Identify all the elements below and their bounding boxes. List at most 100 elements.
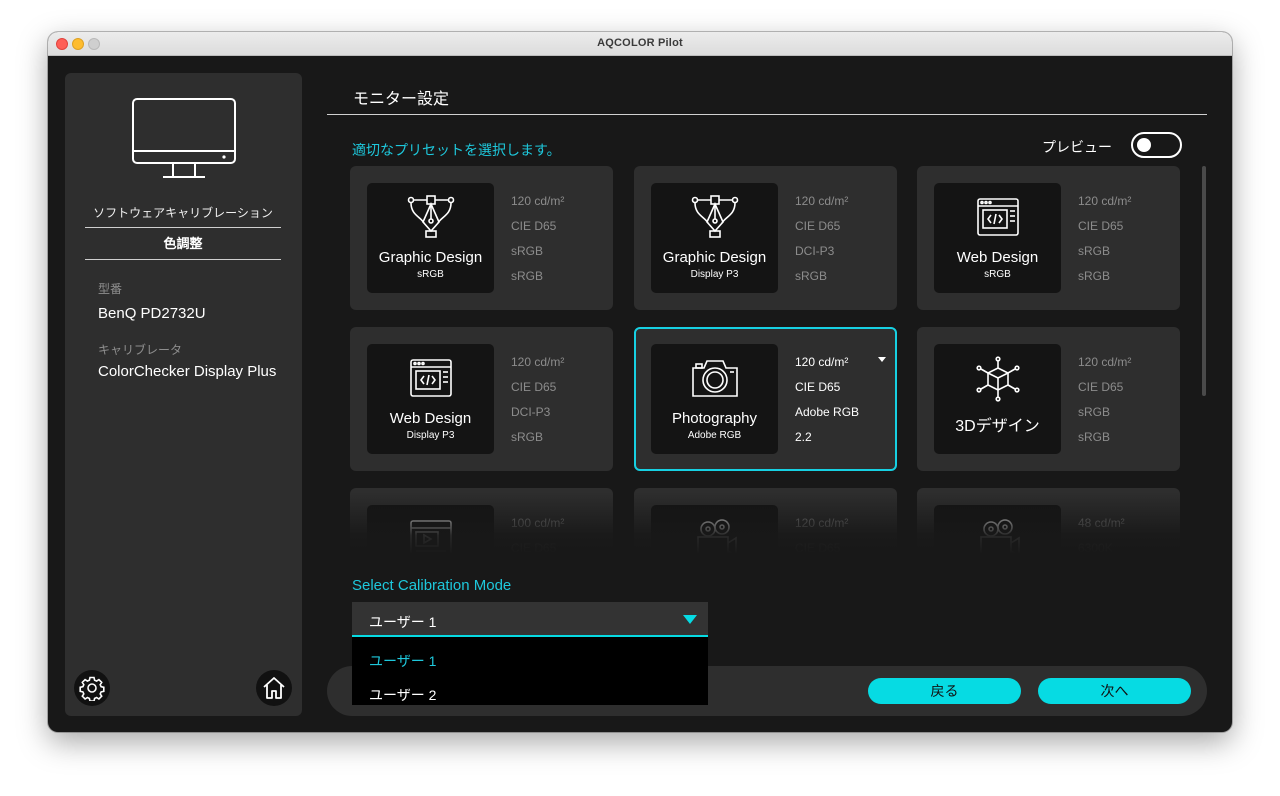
preset-name: Photography — [671, 410, 758, 427]
preset-tile: Web Design sRGB — [934, 183, 1061, 293]
spec-white-point: CIE D65 — [795, 541, 841, 554]
preset-subname: Display P3 — [406, 430, 455, 441]
home-button[interactable] — [256, 670, 292, 706]
preset-tile — [934, 505, 1061, 554]
preset-card[interactable]: 3Dデザイン 120 cd/m² CIE D65 sRGB sRGB — [917, 327, 1180, 471]
preview-toggle[interactable] — [1131, 132, 1182, 158]
web-code-icon — [367, 356, 494, 402]
spec-gamut: DCI-P3 — [511, 405, 551, 419]
spec-gamut: Adobe RGB — [795, 405, 860, 419]
preset-tile: Photography Adobe RGB — [651, 344, 778, 454]
spec-gamut: sRGB — [1078, 244, 1111, 258]
spec-luminance: 120 cd/m² — [1078, 194, 1132, 208]
spec-luminance: 120 cd/m² — [511, 194, 565, 208]
calibration-mode-label: Select Calibration Mode — [352, 577, 512, 594]
preset-tile — [651, 505, 778, 554]
spec-gamma: sRGB — [511, 269, 544, 283]
model-label: 型番 — [98, 282, 123, 296]
preset-card[interactable]: 48 cd/m² 6300K — [917, 488, 1180, 554]
preset-card[interactable]: Web Design sRGB 120 cd/m² CIE D65 sRGB s… — [917, 166, 1180, 310]
app-window: AQCOLOR Pilot ソフトウェアキャリブレーション 色調整 型番 Ben… — [48, 32, 1232, 732]
preset-name: Web Design — [956, 249, 1039, 266]
preset-card[interactable]: Web Design Display P3 120 cd/m² CIE D65 … — [350, 327, 613, 471]
chevron-down-icon — [683, 615, 697, 624]
preset-card[interactable]: Graphic Design Display P3 120 cd/m² CIE … — [634, 166, 897, 310]
preset-scrollbar[interactable] — [1202, 166, 1206, 396]
toggle-knob — [1137, 138, 1151, 152]
spec-luminance: 120 cd/m² — [795, 355, 849, 369]
spec-white-point: CIE D65 — [1078, 219, 1124, 233]
movie-camera-icon — [934, 517, 1061, 554]
preset-name: Web Design — [389, 410, 472, 427]
spec-gamma: sRGB — [1078, 269, 1111, 283]
spec-white-point: CIE D65 — [511, 380, 557, 394]
title-divider — [327, 114, 1207, 115]
preset-name: Graphic Design — [378, 249, 483, 266]
preset-subname: Adobe RGB — [687, 430, 742, 441]
preset-grid: Graphic Design sRGB 120 cd/m² CIE D65 sR… — [350, 166, 1186, 554]
camera-icon — [651, 356, 778, 402]
calibration-mode-select[interactable]: ユーザー 1 — [352, 602, 708, 637]
preset-card[interactable]: 100 cd/m² CIE D65 — [350, 488, 613, 554]
spec-luminance: 120 cd/m² — [511, 355, 565, 369]
preset-card-selected[interactable]: Photography Adobe RGB 120 cd/m² CIE D65 … — [634, 327, 897, 471]
calibrator-label: キャリブレータ — [98, 343, 183, 357]
select-value: ユーザー 1 — [369, 614, 437, 630]
spec-luminance: 120 cd/m² — [795, 194, 849, 208]
monitor-icon — [132, 98, 236, 178]
spec-white-point: 6300K — [1078, 541, 1113, 554]
preset-instruction: 適切なプリセットを選択します。 — [352, 142, 561, 158]
calibrator-value: ColorChecker Display Plus — [98, 363, 277, 380]
next-button[interactable]: 次へ — [1038, 678, 1191, 704]
spec-gamut: sRGB — [511, 244, 544, 258]
spec-gamut: sRGB — [1078, 405, 1111, 419]
spec-luminance: 120 cd/m² — [1078, 355, 1132, 369]
sidebar: ソフトウェアキャリブレーション 色調整 型番 BenQ PD2732U キャリブ… — [65, 73, 302, 716]
software-calibration-label: ソフトウェアキャリブレーション — [85, 204, 281, 228]
spec-gamma: sRGB — [795, 269, 828, 283]
preset-subname: sRGB — [417, 269, 444, 280]
spec-white-point: CIE D65 — [1078, 380, 1124, 394]
spec-luminance: 48 cd/m² — [1078, 516, 1125, 530]
preview-label: プレビュー — [1042, 139, 1112, 155]
pen-tool-icon — [367, 195, 494, 241]
video-edit-icon — [367, 517, 494, 554]
preset-name: 3Dデザイン — [955, 418, 1040, 435]
spec-gamma: sRGB — [511, 430, 544, 444]
preset-subname: Display P3 — [690, 269, 739, 280]
preset-tile: 3Dデザイン — [934, 344, 1061, 454]
calibration-mode-dropdown: ユーザー 1 ユーザー 2 — [352, 637, 708, 705]
dropdown-option-user-1[interactable]: ユーザー 1 — [369, 651, 436, 671]
dropdown-option-user-2[interactable]: ユーザー 2 — [369, 685, 436, 705]
preset-subname: sRGB — [984, 269, 1011, 280]
web-code-icon — [934, 195, 1061, 241]
preset-name: Graphic Design — [662, 249, 767, 266]
movie-camera-icon — [651, 517, 778, 554]
spec-white-point: CIE D65 — [795, 219, 841, 233]
page-title: モニター設定 — [353, 91, 450, 108]
spec-white-point: CIE D65 — [795, 380, 841, 394]
preset-card[interactable]: Graphic Design sRGB 120 cd/m² CIE D65 sR… — [350, 166, 613, 310]
spec-gamma: sRGB — [1078, 430, 1111, 444]
back-button[interactable]: 戻る — [868, 678, 1021, 704]
gear-icon — [79, 676, 105, 701]
3d-cube-icon — [934, 356, 1061, 402]
pen-tool-icon — [651, 195, 778, 241]
settings-button[interactable] — [74, 670, 110, 706]
preset-tile — [367, 505, 494, 554]
chevron-down-icon[interactable] — [878, 357, 886, 362]
spec-luminance: 120 cd/m² — [795, 516, 849, 530]
spec-white-point: CIE D65 — [511, 541, 557, 554]
spec-luminance: 100 cd/m² — [511, 516, 565, 530]
spec-gamut: DCI-P3 — [795, 244, 835, 258]
color-adjust-label: 色調整 — [85, 233, 281, 260]
model-value: BenQ PD2732U — [98, 305, 206, 322]
preset-tile: Graphic Design Display P3 — [651, 183, 778, 293]
preset-tile: Web Design Display P3 — [367, 344, 494, 454]
window-title: AQCOLOR Pilot — [597, 37, 683, 49]
preset-tile: Graphic Design sRGB — [367, 183, 494, 293]
preset-card[interactable]: 120 cd/m² CIE D65 — [634, 488, 897, 554]
spec-gamma: 2.2 — [795, 430, 812, 444]
home-icon — [263, 677, 285, 699]
title-bar: AQCOLOR Pilot — [48, 32, 1232, 56]
